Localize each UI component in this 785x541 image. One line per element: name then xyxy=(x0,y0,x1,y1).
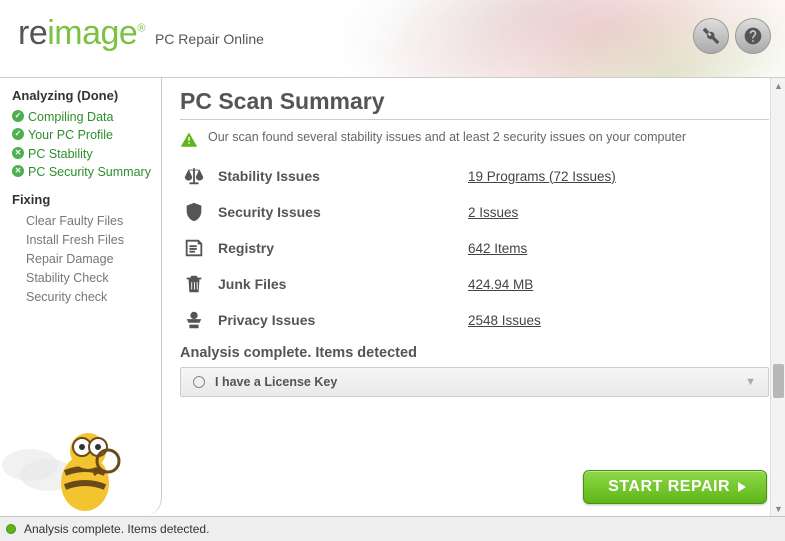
sidebar-item-label: PC Stability xyxy=(28,146,93,162)
bee-mascot-icon xyxy=(0,405,160,515)
sidebar-fix-title: Fixing xyxy=(12,192,153,207)
logo-tagline: PC Repair Online xyxy=(155,31,264,47)
sidebar-item-label: Compiling Data xyxy=(28,109,113,125)
status-dot-icon xyxy=(6,524,16,534)
page-title: PC Scan Summary xyxy=(180,88,769,115)
issue-row-stability: Stability Issues 19 Programs (72 Issues) xyxy=(180,165,769,187)
logo-registered-icon: ® xyxy=(137,23,145,35)
sidebar-item-label: Your PC Profile xyxy=(28,127,113,143)
play-icon xyxy=(738,482,746,492)
scroll-thumb[interactable] xyxy=(773,364,784,398)
alert-text: Our scan found several stability issues … xyxy=(208,130,686,144)
start-repair-button[interactable]: START REPAIR xyxy=(583,470,767,504)
fix-item-security-check: Security check xyxy=(26,289,153,306)
tools-icon xyxy=(701,26,721,46)
registry-icon xyxy=(180,237,208,259)
logo-text-image: image xyxy=(47,14,137,52)
help-icon xyxy=(743,26,763,46)
scrollbar[interactable]: ▲ ▼ xyxy=(770,78,785,516)
check-icon xyxy=(12,110,24,122)
sidebar-item-pc-profile[interactable]: Your PC Profile xyxy=(12,127,153,143)
check-icon xyxy=(12,128,24,140)
license-key-label: I have a License Key xyxy=(215,375,337,389)
issue-label: Security Issues xyxy=(218,204,468,220)
sidebar-analyze-title: Analyzing (Done) xyxy=(12,88,153,103)
start-repair-label: START REPAIR xyxy=(608,478,730,496)
issue-value-link[interactable]: 19 Programs (72 Issues) xyxy=(468,169,616,184)
fix-item-repair-damage: Repair Damage xyxy=(26,251,153,268)
header-buttons xyxy=(693,18,771,54)
analysis-complete-heading: Analysis complete. Items detected xyxy=(180,345,769,361)
issue-value-link[interactable]: 2548 Issues xyxy=(468,313,541,328)
radio-icon[interactable] xyxy=(193,376,205,388)
trash-icon xyxy=(180,273,208,295)
scales-icon xyxy=(180,165,208,187)
tools-button[interactable] xyxy=(693,18,729,54)
sidebar-item-pc-stability[interactable]: PC Stability xyxy=(12,146,153,162)
issue-label: Stability Issues xyxy=(218,168,468,184)
fix-item-install-fresh: Install Fresh Files xyxy=(26,232,153,249)
issue-label: Registry xyxy=(218,240,468,256)
main-panel: PC Scan Summary Our scan found several s… xyxy=(162,78,785,516)
status-bar: Analysis complete. Items detected. xyxy=(0,516,785,541)
shield-icon xyxy=(180,201,208,223)
chevron-down-icon: ▼ xyxy=(745,376,756,388)
divider xyxy=(180,119,769,120)
sidebar-item-compiling-data[interactable]: Compiling Data xyxy=(12,109,153,125)
issue-row-security: Security Issues 2 Issues xyxy=(180,201,769,223)
scroll-up-icon[interactable]: ▲ xyxy=(771,78,785,93)
privacy-icon xyxy=(180,309,208,331)
issue-value-link[interactable]: 424.94 MB xyxy=(468,277,533,292)
issue-row-junk: Junk Files 424.94 MB xyxy=(180,273,769,295)
issue-label: Junk Files xyxy=(218,276,468,292)
scroll-down-icon[interactable]: ▼ xyxy=(771,501,785,516)
issue-value-link[interactable]: 642 Items xyxy=(468,241,527,256)
issue-value-link[interactable]: 2 Issues xyxy=(468,205,518,220)
license-key-row[interactable]: I have a License Key ▼ xyxy=(180,367,769,397)
sidebar-item-pc-security[interactable]: PC Security Summary xyxy=(12,164,153,180)
issue-row-registry: Registry 642 Items xyxy=(180,237,769,259)
x-icon xyxy=(12,165,24,177)
fix-item-stability-check: Stability Check xyxy=(26,270,153,287)
x-icon xyxy=(12,147,24,159)
issue-row-privacy: Privacy Issues 2548 Issues xyxy=(180,309,769,331)
warning-icon xyxy=(180,131,198,149)
logo-text-re: re xyxy=(18,14,47,52)
sidebar-item-label: PC Security Summary xyxy=(28,164,151,180)
header: reimage® PC Repair Online xyxy=(0,0,785,78)
issue-label: Privacy Issues xyxy=(218,312,468,328)
logo: reimage® PC Repair Online xyxy=(18,14,264,53)
fix-item-clear-faulty: Clear Faulty Files xyxy=(26,213,153,230)
alert-banner: Our scan found several stability issues … xyxy=(180,130,769,149)
status-text: Analysis complete. Items detected. xyxy=(24,522,209,536)
help-button[interactable] xyxy=(735,18,771,54)
